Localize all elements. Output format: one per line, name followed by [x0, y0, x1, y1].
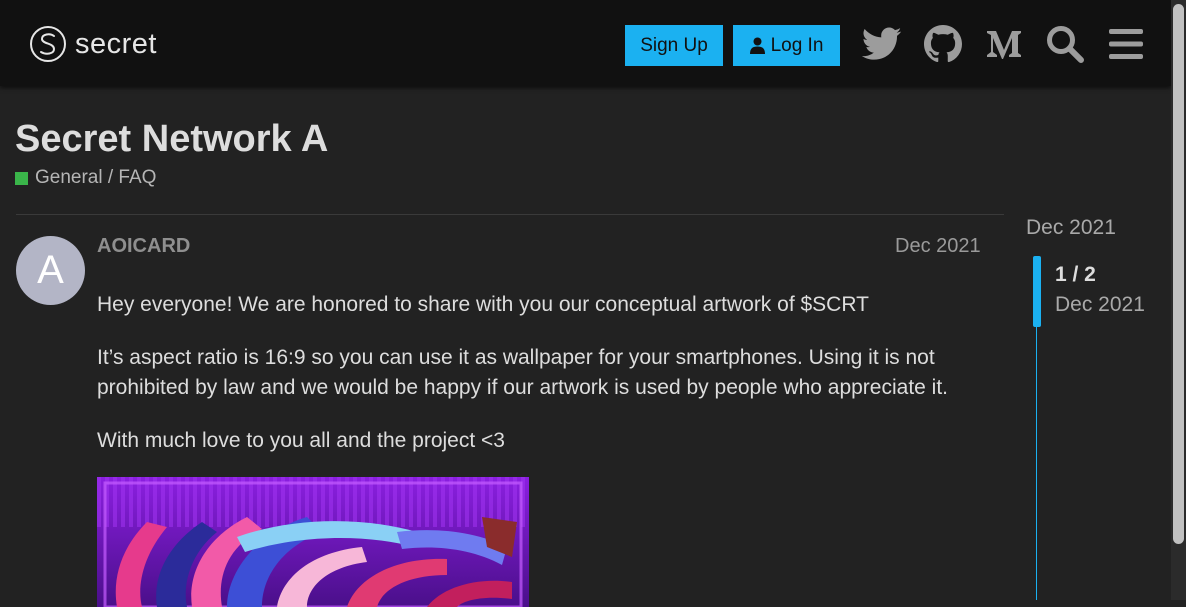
post-date[interactable]: Dec 2021	[895, 235, 981, 258]
category-badge[interactable]: General / FAQ	[15, 167, 156, 189]
post-paragraph: Hey everyone! We are honored to share wi…	[97, 293, 869, 316]
twitter-icon[interactable]	[861, 23, 903, 65]
post-body: Hey everyone! We are honored to share wi…	[97, 290, 997, 479]
user-icon	[749, 37, 765, 54]
scrollbar-thumb[interactable]	[1173, 4, 1184, 544]
avatar[interactable]: A	[16, 236, 85, 305]
log-in-button[interactable]: Log In	[733, 25, 840, 66]
topic-title[interactable]: Secret Network A	[15, 118, 328, 161]
avatar-letter: A	[37, 248, 64, 292]
search-icon[interactable]	[1044, 23, 1086, 65]
secret-logo-icon	[30, 26, 66, 62]
page-scrollbar[interactable]	[1171, 0, 1186, 600]
post-username[interactable]: AOICARD	[97, 235, 190, 258]
topic-divider	[16, 214, 1004, 215]
sign-up-label: Sign Up	[640, 34, 708, 56]
menu-icon[interactable]	[1105, 23, 1147, 65]
artwork-image[interactable]	[97, 477, 529, 607]
log-in-label: Log In	[770, 34, 824, 56]
post-paragraph: It’s aspect ratio is 16:9 so you can use…	[97, 346, 949, 399]
category-label: General / FAQ	[35, 167, 157, 188]
timeline-scroller-handle[interactable]	[1033, 256, 1041, 327]
site-logo[interactable]: secret	[29, 24, 157, 64]
timeline-start-date[interactable]: Dec 2021	[1026, 216, 1116, 240]
medium-icon[interactable]	[983, 23, 1025, 65]
timeline-current-date: Dec 2021	[1055, 293, 1145, 316]
timeline-position: 1 / 2	[1055, 263, 1096, 286]
sign-up-button[interactable]: Sign Up	[625, 25, 723, 66]
github-icon[interactable]	[922, 23, 964, 65]
post-paragraph: With much love to you all and the projec…	[97, 429, 505, 452]
site-header: secret Sign Up Log In	[0, 0, 1171, 86]
category-color-swatch	[15, 171, 28, 185]
logo-text: secret	[75, 27, 157, 60]
